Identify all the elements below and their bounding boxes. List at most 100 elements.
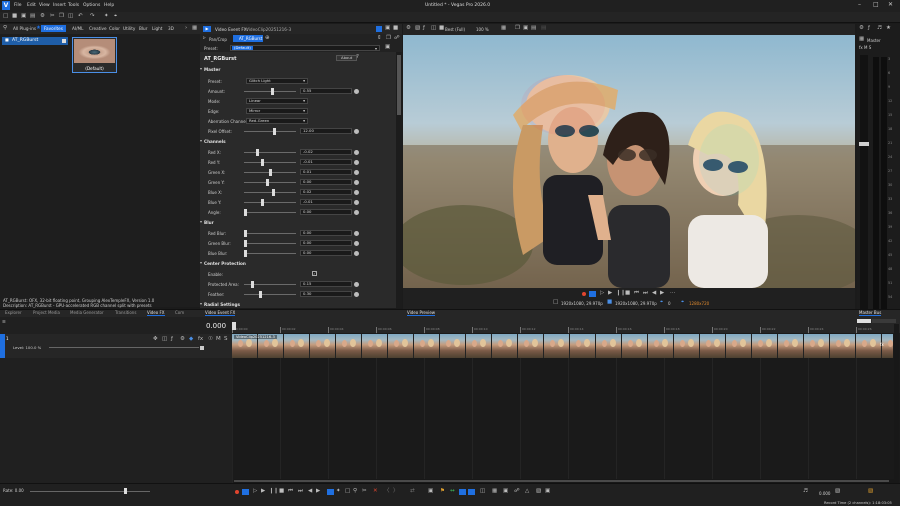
param-slider-track[interactable] (244, 152, 296, 153)
save-icon[interactable]: ▣ (21, 13, 26, 20)
keyframe-icon[interactable] (354, 241, 359, 246)
param-slider-track[interactable] (244, 192, 296, 193)
timeline-menu-icon[interactable]: ☰ (2, 319, 6, 324)
tl-prev-frame-icon[interactable]: ◀ (308, 488, 312, 495)
section-center[interactable]: Center Protection (204, 261, 246, 266)
save-snapshot-icon[interactable]: ▣ (523, 25, 528, 32)
preset-thumbnail[interactable]: (Default) (72, 37, 117, 73)
section-chevron-icon[interactable]: ▾ (200, 302, 202, 306)
param-slider-track[interactable] (244, 253, 296, 254)
group-icon[interactable]: ▦ (492, 488, 497, 495)
tab-project-media[interactable]: Project Media (33, 310, 60, 315)
track-solo-button[interactable]: S (224, 336, 228, 343)
preset-dropdown[interactable]: (Default) ▾ (230, 45, 380, 51)
open-folder-icon[interactable]: ■ (12, 13, 17, 20)
media-icon[interactable]: ▧ (536, 488, 541, 495)
video-preview[interactable] (403, 35, 855, 288)
param-slider-knob[interactable] (244, 230, 247, 237)
grid-icon[interactable]: ▤ (531, 25, 536, 32)
track-composite-icon[interactable]: ◫ (162, 336, 167, 343)
keyframe-icon[interactable] (354, 292, 359, 297)
param-value-field[interactable]: 0.00 (300, 230, 352, 236)
track-mute-icon[interactable]: ☉ (208, 336, 213, 343)
loop-region-bar[interactable] (872, 319, 896, 323)
tl-play-start-icon[interactable]: ▷ (253, 488, 257, 495)
param-slider-knob[interactable] (244, 250, 247, 257)
fx-toggle-icon[interactable]: ƒ (423, 25, 425, 32)
video-track-header[interactable]: 1 Level: 100.0 % ✥ ◫ ƒ ⚙ ◆ fx ☉ M S (0, 334, 232, 358)
split-view-icon[interactable]: ◫ (431, 25, 436, 32)
track-motion-icon[interactable]: ✥ (153, 336, 158, 343)
undo-icon[interactable]: ↶ (78, 13, 83, 20)
render-icon[interactable]: ▤ (30, 13, 35, 20)
param-slider-track[interactable] (244, 233, 296, 234)
keyframe-icon[interactable] (354, 129, 359, 134)
param-slider-track[interactable] (244, 182, 296, 183)
tab-video-fx[interactable]: Video FX (147, 310, 165, 316)
menu-options[interactable]: Options (83, 3, 100, 8)
preview-quality-dropdown[interactable]: Best (Full) (445, 27, 465, 32)
zoom-tool-icon[interactable]: ⚲ (353, 488, 357, 495)
preview-zoom-dropdown[interactable]: 100 % (476, 27, 489, 32)
param-value-field[interactable]: 0.00 (300, 179, 352, 185)
search-icon[interactable]: ⚲ (3, 25, 7, 32)
param-slider-knob[interactable] (272, 189, 275, 196)
master-settings-icon[interactable]: ⚙ (859, 25, 864, 32)
preview-settings-icon[interactable]: ⚙ (406, 25, 411, 32)
menu-view[interactable]: View (39, 3, 50, 8)
selection-length-icon[interactable]: ▧ (868, 488, 873, 495)
section-chevron-icon[interactable]: ▾ (200, 261, 202, 265)
param-slider-track[interactable] (244, 202, 296, 203)
keyframe-icon[interactable] (354, 282, 359, 287)
chain-item-rgburst[interactable]: AT_RGBurst (233, 35, 263, 42)
param-dropdown[interactable]: Red-Green ▾ (246, 118, 308, 124)
param-value-field[interactable]: -0.02 (300, 149, 352, 155)
keyframe-icon[interactable] (354, 89, 359, 94)
fx-scrollbar[interactable] (396, 52, 402, 308)
tl-stop-icon[interactable]: ■ (279, 488, 284, 495)
chevron-right-icon[interactable]: › (185, 25, 187, 32)
param-slider-track[interactable] (244, 131, 296, 132)
loop-icon[interactable] (589, 291, 596, 297)
tab-3d[interactable]: 3D (168, 26, 174, 31)
move-icon[interactable]: ⇕ (377, 35, 382, 42)
master-vol-icon[interactable]: ♬ (877, 25, 882, 32)
loop-region-end[interactable] (857, 319, 871, 323)
track-fx-icon[interactable]: ƒ (171, 336, 173, 343)
tl-loop-icon[interactable] (242, 489, 249, 495)
normal-edit-tool-icon[interactable] (327, 489, 334, 495)
menu-file[interactable]: File (14, 3, 22, 8)
param-dropdown[interactable]: Glitch Light ▾ (246, 78, 308, 84)
param-dropdown[interactable]: Linear ▾ (246, 98, 308, 104)
stop-icon[interactable]: ■ (625, 290, 630, 297)
redo-icon[interactable]: ↷ (90, 13, 95, 20)
keyframe-icon[interactable] (354, 160, 359, 165)
section-chevron-icon[interactable]: ▾ (200, 67, 202, 71)
param-slider-track[interactable] (244, 212, 296, 213)
section-master[interactable]: Master (204, 67, 220, 72)
level-slider[interactable] (49, 347, 199, 348)
track-mute-button[interactable]: M (216, 336, 221, 343)
tab-explorer[interactable]: Explorer (5, 310, 22, 315)
paste-icon[interactable]: ◫ (68, 13, 73, 20)
more-icon[interactable]: ⋯ (670, 290, 676, 297)
keyframe-icon[interactable] (354, 150, 359, 155)
tab-favorites[interactable]: Favorites (41, 25, 66, 32)
scopes-icon[interactable]: ▤ (541, 25, 546, 32)
keyframe-icon[interactable] (354, 231, 359, 236)
magic-icon[interactable]: ✦ (104, 13, 109, 20)
param-value-field[interactable]: 0.02 (300, 189, 352, 195)
tab-master-bus[interactable]: Master Bus (859, 310, 882, 316)
param-slider-track[interactable] (244, 294, 296, 295)
tl-record-icon[interactable] (235, 490, 239, 494)
maximize-icon[interactable]: □ (873, 1, 879, 8)
minimize-icon[interactable]: – (858, 1, 861, 8)
menu-tools[interactable]: Tools (68, 3, 79, 8)
section-chevron-icon[interactable]: ▾ (200, 139, 202, 143)
param-slider-knob[interactable] (244, 209, 247, 216)
copy-icon[interactable]: ❐ (59, 13, 64, 20)
volume-icon[interactable]: ♬ (803, 488, 808, 495)
master-fader-knob[interactable] (859, 142, 869, 146)
param-slider-knob[interactable] (244, 240, 247, 247)
tab-ai-ml[interactable]: AI/ML (72, 26, 83, 31)
